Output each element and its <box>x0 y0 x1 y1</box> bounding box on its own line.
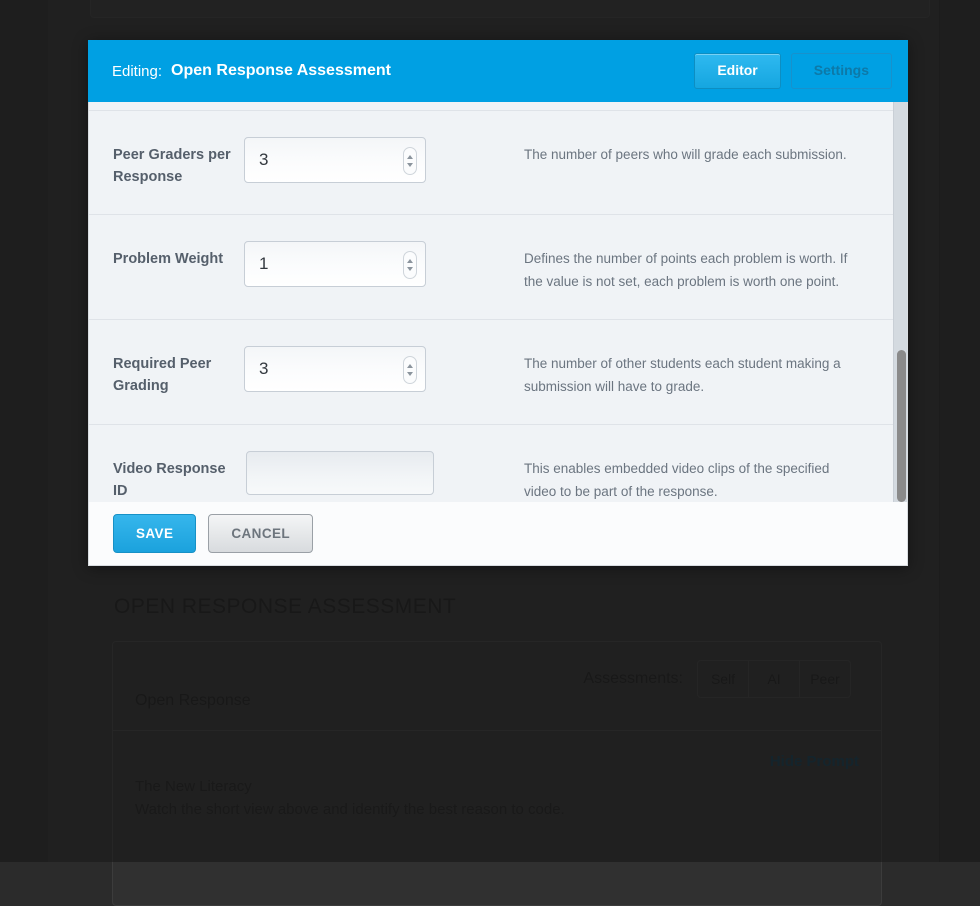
modal-scrollbar[interactable] <box>893 102 907 502</box>
field-row-video-response-id: Video Response ID This enables embedded … <box>89 425 893 502</box>
field-control-required-peer-grading: 3 <box>244 346 524 392</box>
field-control-video-response-id <box>244 451 524 495</box>
field-row-required-peer-grading: Required Peer Grading 3 The number of ot… <box>89 320 893 425</box>
left-gutter <box>0 0 48 862</box>
editing-label: Editing: <box>112 62 163 80</box>
field-row-peer-graders: Peer Graders per Response 3 The number o… <box>89 111 893 215</box>
spinner-down-icon[interactable] <box>407 267 413 271</box>
assessment-option-ai[interactable]: AI <box>749 661 800 697</box>
field-label-required-peer-grading: Required Peer Grading <box>113 356 212 394</box>
tab-settings[interactable]: Settings <box>790 53 892 89</box>
open-response-assessment-section: OPEN RESPONSE ASSESSMENT Assessments: Se… <box>112 595 882 906</box>
spinner-up-icon[interactable] <box>407 364 413 368</box>
problem-weight-value: 1 <box>259 254 269 273</box>
row-top-sliver <box>89 102 893 111</box>
spinner-icon[interactable] <box>403 251 417 279</box>
field-help-required-peer-grading: The number of other students each studen… <box>524 356 841 394</box>
modal-footer: SAVE CANCEL <box>88 502 908 566</box>
settings-rows: Peer Graders per Response 3 The number o… <box>89 102 893 502</box>
modal-header: Editing: Open Response Assessment Editor… <box>88 40 908 102</box>
field-label-peer-graders: Peer Graders per Response <box>113 147 231 185</box>
assessments-control: Assessments: Self AI Peer <box>583 660 851 698</box>
spinner-down-icon[interactable] <box>407 372 413 376</box>
tab-editor[interactable]: Editor <box>694 53 781 89</box>
assessment-type-group[interactable]: Self AI Peer <box>697 660 851 698</box>
scrollbar-thumb[interactable] <box>897 350 906 502</box>
prompt-title: The New Literacy <box>135 778 252 795</box>
modal-title: Open Response Assessment <box>171 62 391 79</box>
card-title: Open Response <box>135 692 251 709</box>
required-peer-grading-input[interactable]: 3 <box>244 346 426 392</box>
field-row-problem-weight: Problem Weight 1 Defines the number of p… <box>89 215 893 320</box>
prompt-text: Watch the short view above and identify … <box>135 801 565 818</box>
problem-weight-input[interactable]: 1 <box>244 241 426 287</box>
edit-component-modal: Editing: Open Response Assessment Editor… <box>88 40 908 566</box>
required-peer-grading-value: 3 <box>259 359 269 378</box>
spinner-icon[interactable] <box>403 147 417 175</box>
cancel-button[interactable]: CANCEL <box>208 514 314 553</box>
field-control-peer-graders: 3 <box>244 137 524 183</box>
section-heading: OPEN RESPONSE ASSESSMENT <box>114 595 457 618</box>
card-header: Assessments: Self AI Peer Open Response <box>113 642 881 731</box>
peer-graders-value: 3 <box>259 150 269 169</box>
peer-graders-input[interactable]: 3 <box>244 137 426 183</box>
open-response-card: Assessments: Self AI Peer Open Response … <box>112 641 882 906</box>
field-label-video-response-id: Video Response ID <box>113 461 226 499</box>
spinner-down-icon[interactable] <box>407 163 413 167</box>
hide-prompt-link[interactable]: Hide Prompt <box>770 753 859 770</box>
assessment-option-peer[interactable]: Peer <box>800 661 850 697</box>
field-control-problem-weight: 1 <box>244 241 524 287</box>
spinner-up-icon[interactable] <box>407 259 413 263</box>
modal-tabs: Editor Settings <box>694 53 892 89</box>
field-help-video-response-id: This enables embedded video clips of the… <box>524 461 830 499</box>
spinner-up-icon[interactable] <box>407 155 413 159</box>
assessments-label: Assessments: <box>583 670 683 687</box>
field-label-problem-weight: Problem Weight <box>113 251 224 267</box>
field-help-peer-graders: The number of peers who will grade each … <box>524 147 847 162</box>
field-help-problem-weight: Defines the number of points each proble… <box>524 251 848 289</box>
save-button[interactable]: SAVE <box>113 514 197 553</box>
assessment-option-self[interactable]: Self <box>698 661 749 697</box>
right-gutter <box>939 0 980 862</box>
video-response-id-input[interactable] <box>246 451 434 495</box>
modal-body: Peer Graders per Response 3 The number o… <box>88 102 908 502</box>
spinner-icon[interactable] <box>403 356 417 384</box>
top-partial-card <box>90 0 930 18</box>
card-body: Hide Prompt The New Literacy Watch the s… <box>113 731 881 905</box>
